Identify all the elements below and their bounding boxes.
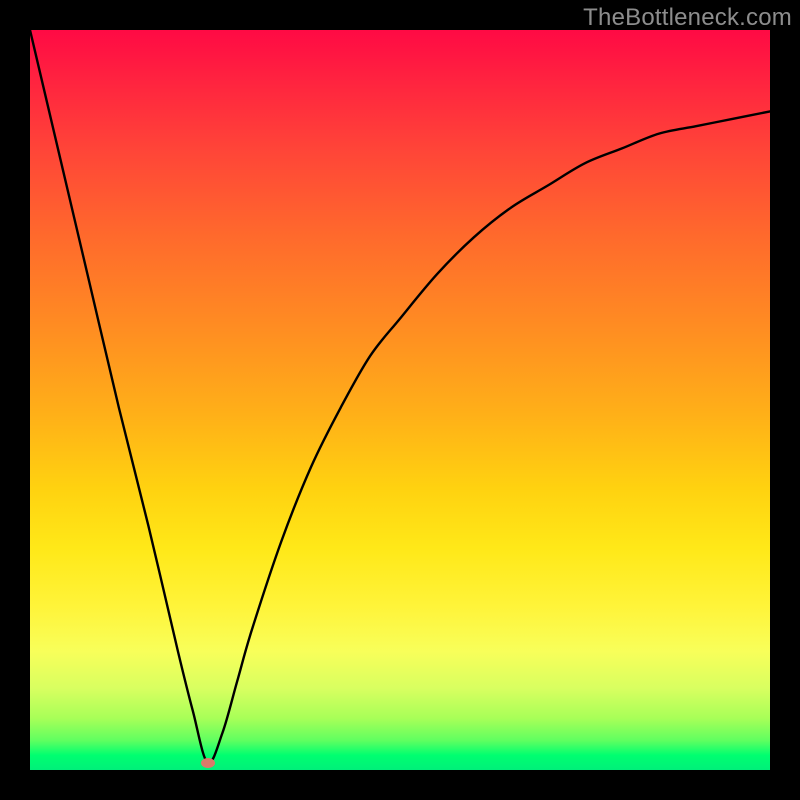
watermark-text: TheBottleneck.com xyxy=(583,4,792,32)
chart-frame: TheBottleneck.com xyxy=(0,0,800,800)
minimum-marker xyxy=(201,758,215,768)
bottleneck-curve xyxy=(30,30,770,770)
plot-area xyxy=(30,30,770,770)
